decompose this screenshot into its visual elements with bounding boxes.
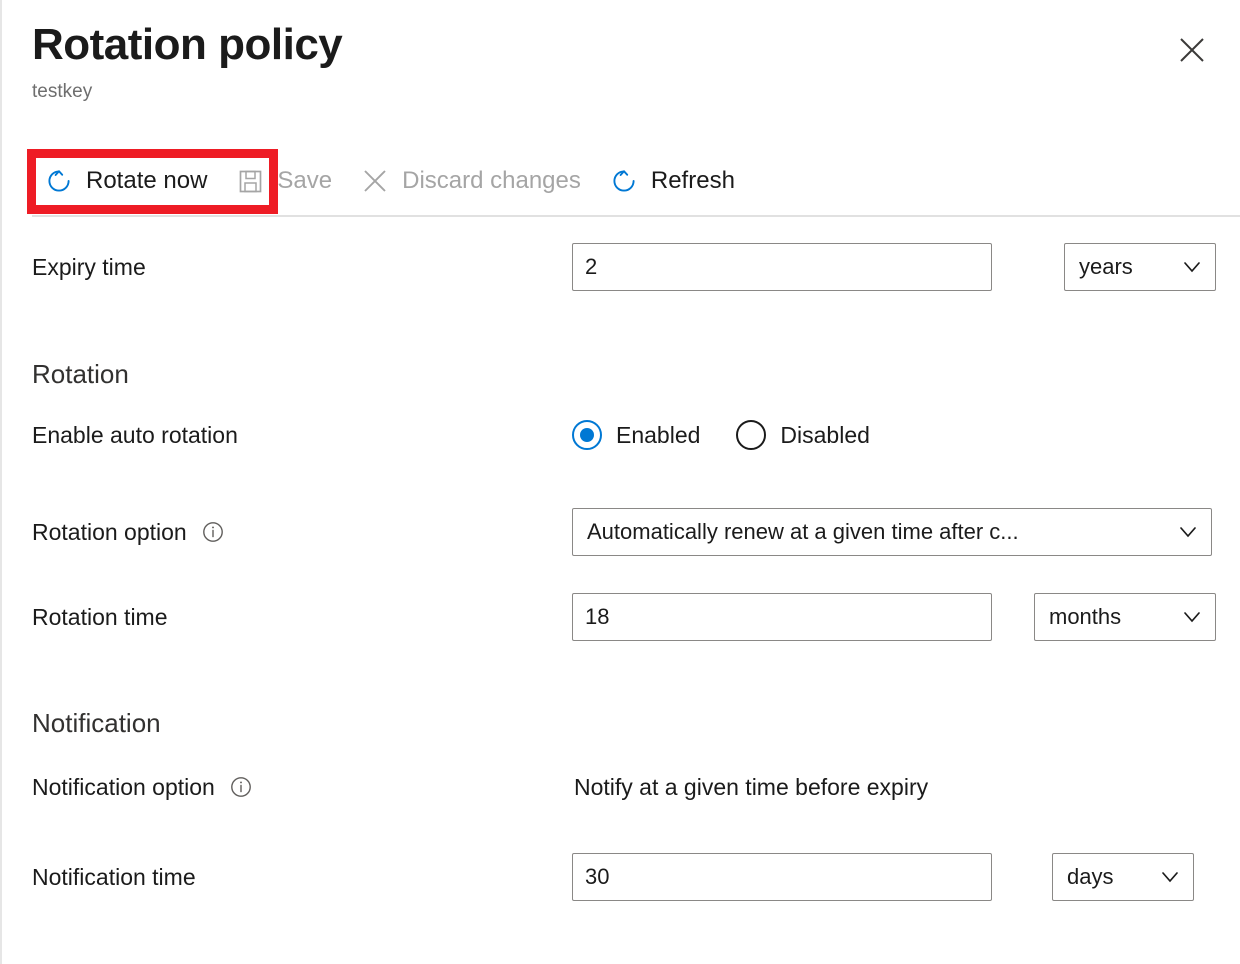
discard-changes-label: Discard changes (402, 166, 581, 196)
radio-label-enabled: Enabled (616, 420, 700, 450)
rotation-section-heading: Rotation (32, 358, 129, 390)
notification-option-row: Notification option Notify at a given ti… (0, 770, 1240, 804)
expiry-time-label: Expiry time (32, 252, 146, 282)
info-icon[interactable] (201, 520, 225, 544)
radio-indicator-disabled (736, 420, 766, 450)
rotation-option-label: Rotation option (32, 517, 187, 547)
chevron-down-icon (1177, 521, 1199, 543)
radio-label-disabled: Disabled (780, 420, 870, 450)
rotation-time-input[interactable] (572, 593, 992, 641)
enable-auto-rotation-label: Enable auto rotation (32, 420, 238, 450)
notification-time-row: Notification time days (0, 853, 1240, 901)
radio-option-enabled[interactable]: Enabled (572, 420, 700, 450)
save-button[interactable]: Save (223, 158, 348, 204)
radio-indicator-enabled (572, 420, 602, 450)
close-button[interactable] (1170, 28, 1214, 72)
panel-header: Rotation policy testkey (32, 18, 1212, 104)
rotation-option-select[interactable]: Automatically renew at a given time afte… (572, 508, 1212, 556)
expiry-time-input[interactable] (572, 243, 992, 291)
notification-section-heading: Notification (32, 707, 161, 739)
notification-option-label-cell: Notification option (0, 772, 540, 802)
notification-time-label: Notification time (32, 862, 196, 892)
rotation-option-value: Automatically renew at a given time afte… (587, 518, 1019, 546)
rotate-icon (44, 166, 74, 196)
rotation-time-unit-value: months (1049, 603, 1121, 631)
panel-left-edge (0, 0, 2, 964)
rotate-now-button[interactable]: Rotate now (32, 158, 223, 204)
notification-option-label: Notification option (32, 772, 215, 802)
rotation-time-label-cell: Rotation time (0, 602, 540, 632)
notification-time-input[interactable] (572, 853, 992, 901)
chevron-down-icon (1159, 866, 1181, 888)
chevron-down-icon (1181, 606, 1203, 628)
auto-rotation-radio-group: Enabled Disabled (572, 420, 870, 450)
refresh-button[interactable]: Refresh (597, 158, 751, 204)
page-subtitle: testkey (32, 80, 1212, 104)
expiry-time-unit-value: years (1079, 253, 1133, 281)
rotation-time-row: Rotation time months (0, 593, 1240, 641)
enable-auto-rotation-label-cell: Enable auto rotation (0, 420, 540, 450)
rotation-policy-panel: Rotation policy testkey Rotate now (0, 0, 1240, 964)
save-label: Save (277, 166, 332, 196)
save-icon (235, 166, 265, 196)
rotation-time-unit-select[interactable]: months (1034, 593, 1216, 641)
close-x-icon (360, 166, 390, 196)
info-icon[interactable] (229, 775, 253, 799)
expiry-time-label-cell: Expiry time (0, 252, 540, 282)
notification-option-value: Notify at a given time before expiry (574, 772, 928, 802)
rotation-option-label-cell: Rotation option (0, 517, 540, 547)
notification-time-unit-select[interactable]: days (1052, 853, 1194, 901)
expiry-time-row: Expiry time years (0, 243, 1240, 291)
expiry-time-unit-select[interactable]: years (1064, 243, 1216, 291)
command-toolbar: Rotate now Save Discard changes (32, 152, 751, 210)
rotation-option-row: Rotation option Automatically renew at a… (0, 508, 1240, 556)
discard-changes-button[interactable]: Discard changes (348, 158, 597, 204)
refresh-label: Refresh (651, 166, 735, 196)
radio-option-disabled[interactable]: Disabled (736, 420, 870, 450)
refresh-icon (609, 166, 639, 196)
rotation-time-label: Rotation time (32, 602, 168, 632)
notification-time-unit-value: days (1067, 863, 1113, 891)
notification-time-label-cell: Notification time (0, 862, 540, 892)
page-title: Rotation policy (32, 18, 1212, 72)
close-icon (1177, 35, 1207, 65)
chevron-down-icon (1181, 256, 1203, 278)
enable-auto-rotation-row: Enable auto rotation Enabled Disabled (0, 418, 1240, 452)
rotate-now-label: Rotate now (86, 166, 207, 196)
toolbar-divider (32, 215, 1240, 217)
